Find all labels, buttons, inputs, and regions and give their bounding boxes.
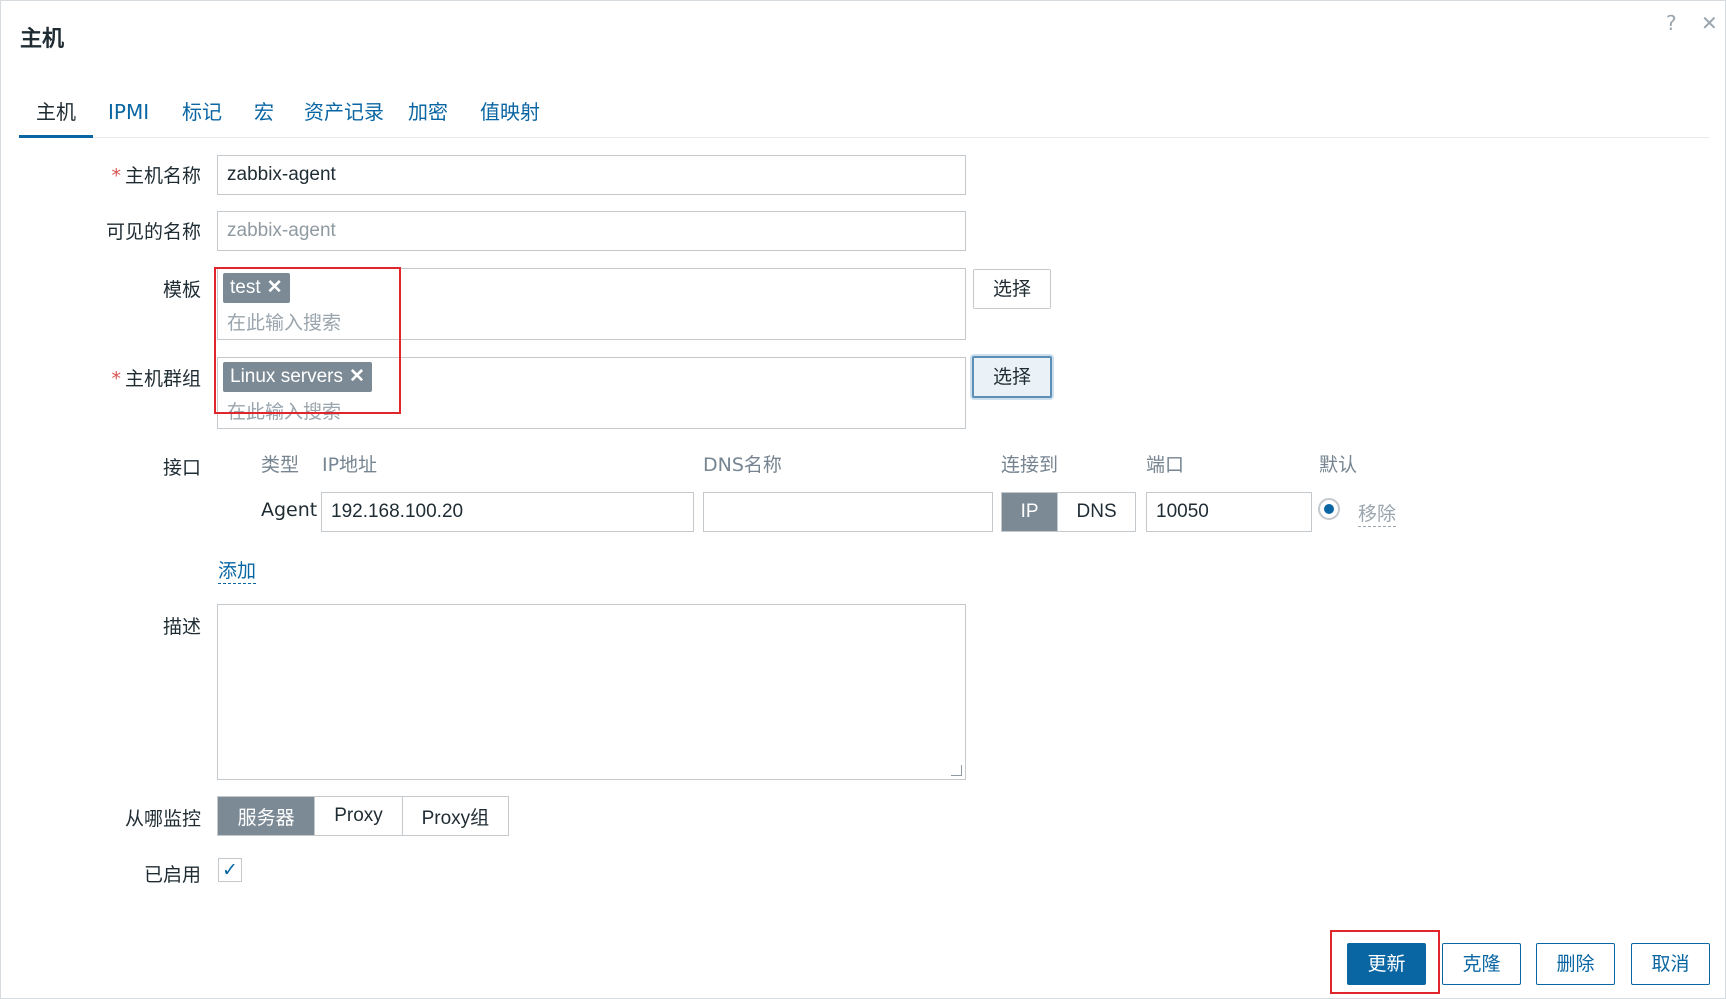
default-radio[interactable] <box>1318 498 1340 520</box>
close-icon[interactable]: ✕ <box>1701 11 1718 35</box>
add-interface-link[interactable]: 添加 <box>218 556 257 584</box>
connect-ip-option[interactable]: IP <box>1002 493 1059 531</box>
interface-dns-input[interactable] <box>703 492 993 532</box>
col-default: 默认 <box>1319 454 1358 476</box>
delete-button[interactable]: 删除 <box>1536 943 1615 985</box>
col-type: 类型 <box>261 454 300 476</box>
enabled-label: 已启用 <box>143 864 201 886</box>
connect-dns-option[interactable]: DNS <box>1058 493 1135 531</box>
required-marker: * <box>111 368 121 390</box>
tab-value-mapping[interactable]: 值映射 <box>463 95 557 135</box>
connect-to-toggle: IP DNS <box>1001 492 1136 532</box>
monitored-by-proxy-group[interactable]: Proxy组 <box>403 797 508 835</box>
interface-type: Agent <box>261 499 318 521</box>
host-name-input[interactable]: zabbix-agent <box>217 155 966 195</box>
host-groups-label: * 主机群组 <box>111 368 201 390</box>
tab-encryption[interactable]: 加密 <box>391 95 465 135</box>
interface-port-input[interactable]: 10050 <box>1146 492 1312 532</box>
visible-name-input[interactable]: zabbix-agent <box>217 211 966 251</box>
dialog-title: 主机 <box>20 27 65 52</box>
enabled-checkbox[interactable]: ✓ <box>218 858 242 882</box>
description-textarea[interactable] <box>217 604 966 780</box>
tab-macros[interactable]: 宏 <box>237 95 291 135</box>
help-icon[interactable]: ? <box>1666 11 1677 35</box>
description-label: 描述 <box>162 616 201 638</box>
clone-button[interactable]: 克隆 <box>1442 943 1521 985</box>
cancel-button[interactable]: 取消 <box>1631 943 1710 985</box>
tab-bar: 主机 IPMI 标记 宏 资产记录 加密 值映射 <box>19 95 1709 138</box>
col-dns: DNS名称 <box>703 454 782 476</box>
remove-interface-link[interactable]: 移除 <box>1358 499 1397 527</box>
col-connect: 连接到 <box>1001 454 1059 476</box>
interfaces-label: 接口 <box>162 457 201 479</box>
tab-tags[interactable]: 标记 <box>165 95 239 135</box>
monitored-by-toggle: 服务器 Proxy Proxy组 <box>217 796 509 836</box>
monitored-by-server[interactable]: 服务器 <box>218 797 316 835</box>
monitored-by-proxy[interactable]: Proxy <box>315 797 403 835</box>
tab-host[interactable]: 主机 <box>19 95 93 138</box>
templates-select-button[interactable]: 选择 <box>973 269 1051 309</box>
host-dialog: 主机 ? ✕ 主机 IPMI 标记 宏 资产记录 加密 值映射 * 主机名称 za… <box>0 0 1726 999</box>
interface-ip-input[interactable]: 192.168.100.20 <box>321 492 694 532</box>
tab-inventory[interactable]: 资产记录 <box>287 95 401 135</box>
col-ip: IP地址 <box>322 454 378 476</box>
radio-dot-icon <box>1324 504 1334 514</box>
visible-name-label: 可见的名称 <box>105 221 201 243</box>
templates-label: 模板 <box>162 279 201 301</box>
col-port: 端口 <box>1146 454 1185 476</box>
resize-handle-icon[interactable] <box>951 765 962 776</box>
tab-ipmi[interactable]: IPMI <box>91 95 166 135</box>
required-marker: * <box>111 165 121 187</box>
monitored-by-label: 从哪监控 <box>124 808 201 830</box>
checkmark-icon: ✓ <box>222 859 238 881</box>
annotation-box-chips <box>214 267 401 414</box>
host-name-label: * 主机名称 <box>111 165 201 187</box>
host-groups-select-button[interactable]: 选择 <box>972 356 1052 398</box>
update-button[interactable]: 更新 <box>1347 943 1426 985</box>
